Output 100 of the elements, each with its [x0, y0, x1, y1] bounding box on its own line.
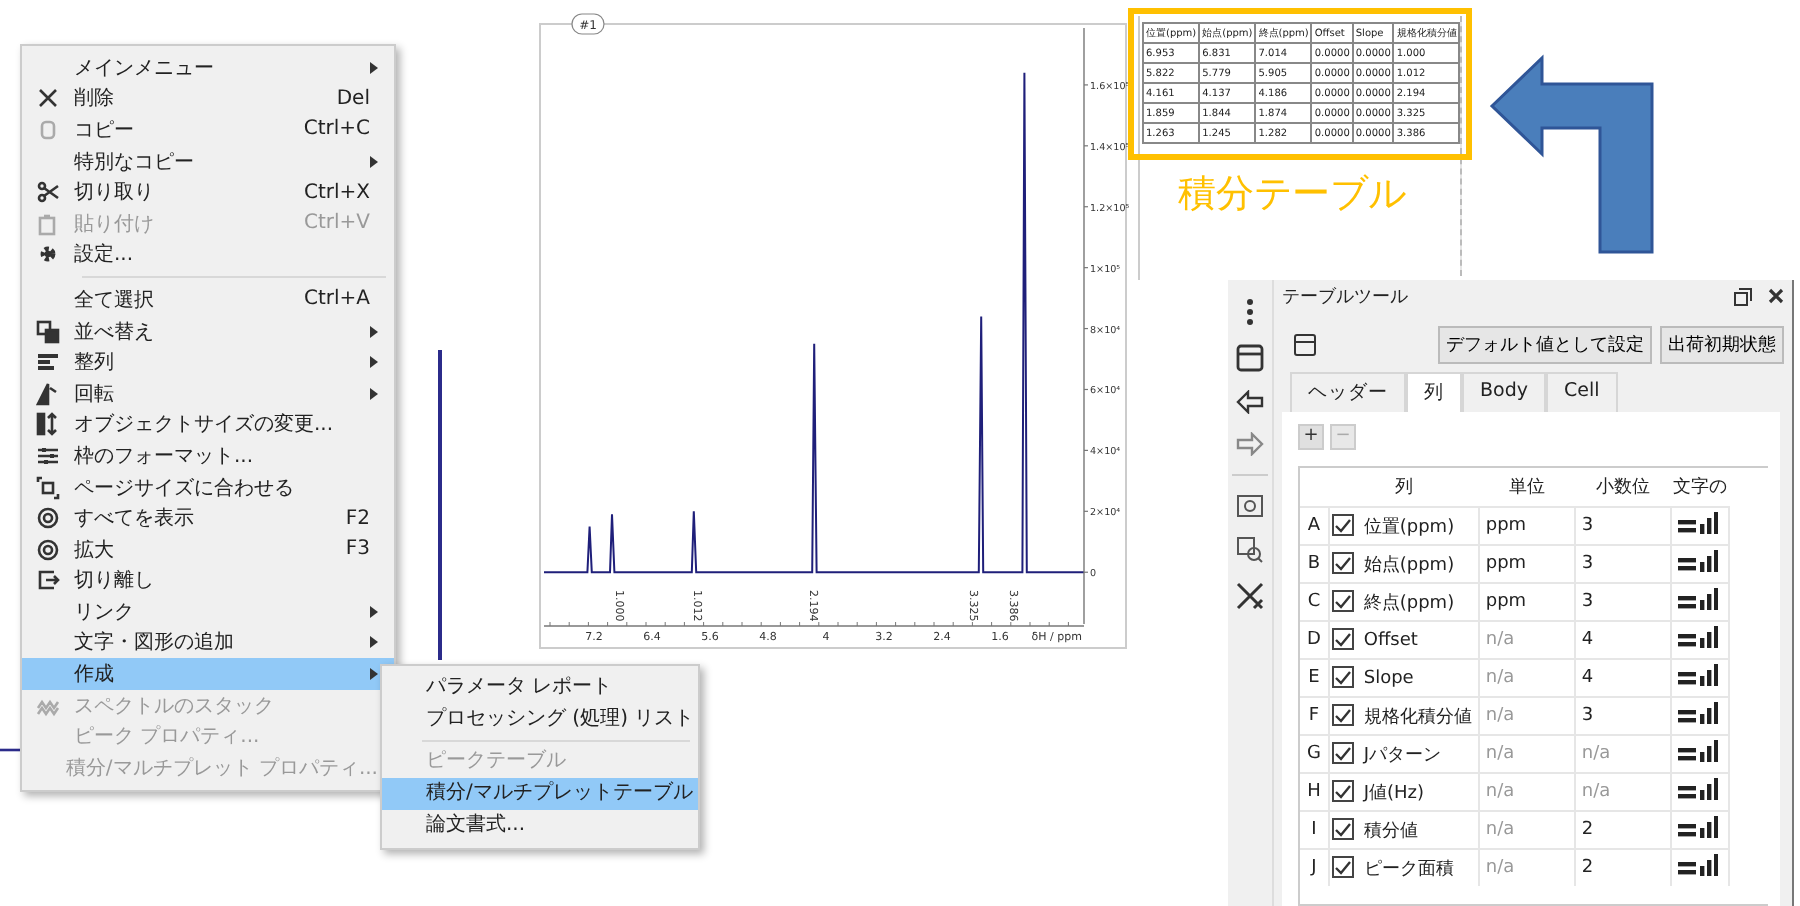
checkbox[interactable] — [1332, 628, 1354, 651]
clipboard-icon — [36, 211, 60, 236]
checkbox[interactable] — [1332, 590, 1354, 612]
row-letter: H — [1300, 773, 1329, 811]
alignment-icon[interactable] — [1677, 588, 1718, 610]
checkbox[interactable] — [1332, 780, 1354, 802]
row-letter: A — [1300, 507, 1329, 545]
checkbox[interactable] — [1332, 704, 1354, 726]
alignment-icon[interactable] — [1677, 816, 1718, 838]
row-letter: I — [1300, 811, 1329, 849]
alignment-icon[interactable] — [1677, 550, 1718, 572]
close-icon[interactable] — [1768, 288, 1784, 304]
menu-item[interactable]: すべてを表示 F2 — [22, 502, 394, 534]
checkbox[interactable] — [1332, 742, 1354, 764]
menu-item[interactable]: 文字・図形の追加 — [22, 627, 394, 659]
tab[interactable]: ヘッダー — [1290, 372, 1406, 412]
tools-icon[interactable] — [1236, 582, 1264, 610]
checkbox[interactable] — [1332, 514, 1354, 536]
table-cell: n/a — [1574, 735, 1671, 773]
overlap-squares-icon — [36, 319, 60, 344]
tab[interactable]: 列 — [1406, 372, 1462, 412]
alignment-icon[interactable] — [1677, 740, 1718, 762]
table-cell: 2 — [1574, 811, 1671, 849]
add-button[interactable]: + — [1298, 424, 1324, 450]
save-icon[interactable] — [1294, 334, 1316, 356]
checkbox[interactable] — [1332, 856, 1354, 878]
align-bars-icon — [36, 350, 60, 375]
row-letter: G — [1300, 735, 1329, 773]
menu-item[interactable]: コピー Ctrl+C — [22, 114, 394, 146]
annotation-label: 積分テーブル — [1178, 170, 1406, 220]
submenu-arrow-icon — [370, 325, 378, 338]
undo-icon[interactable] — [1236, 390, 1264, 414]
menu-item[interactable]: 回転 — [22, 377, 394, 410]
alignment-icon[interactable] — [1677, 854, 1718, 876]
checkbox[interactable] — [1332, 818, 1354, 840]
table-cell: ppm — [1478, 507, 1575, 545]
column-name: 終点(ppm) — [1363, 593, 1455, 613]
column-name: ピーク面積 — [1363, 859, 1454, 879]
row-letter: C — [1300, 583, 1329, 621]
panel-button[interactable]: デフォルト値として設定 — [1438, 326, 1652, 364]
menu-item[interactable]: 切り離し — [22, 565, 394, 597]
column-name: J値(Hz) — [1363, 783, 1425, 803]
alignment-icon[interactable] — [1677, 702, 1718, 724]
submenu-arrow-icon — [370, 155, 378, 168]
zoom-icon[interactable] — [1236, 494, 1264, 518]
table-cell: 3 — [1574, 583, 1671, 621]
table-cell: n/a — [1478, 659, 1575, 697]
table-cell: 3 — [1574, 697, 1671, 735]
alignment-icon[interactable] — [1677, 664, 1718, 686]
table-cell: n/a — [1478, 621, 1575, 659]
menu-item[interactable]: メインメニュー — [22, 52, 394, 84]
float-icon[interactable] — [1734, 287, 1752, 305]
alignment-icon[interactable] — [1677, 626, 1718, 648]
menu-item[interactable]: 積分/マルチプレットテーブル — [382, 778, 698, 810]
redo-icon[interactable] — [1236, 432, 1264, 456]
menu-item[interactable]: 作成 — [22, 658, 394, 690]
menu-item[interactable]: オブジェクトサイズの変更... — [22, 409, 394, 441]
row-letter: J — [1300, 849, 1329, 886]
checkbox[interactable] — [1332, 666, 1354, 689]
triangle-icon — [36, 381, 60, 406]
menu-item[interactable]: 拡大 F3 — [22, 533, 394, 565]
panel-button[interactable]: 出荷初期状態 — [1660, 326, 1784, 364]
spectrum-badge — [571, 13, 605, 35]
menu-item[interactable]: 全て選択 Ctrl+A — [22, 284, 394, 316]
save-icon[interactable] — [1236, 344, 1264, 372]
alignment-icon[interactable] — [1677, 512, 1718, 534]
scrollbar[interactable] — [1460, 16, 1463, 276]
column-name: Slope — [1363, 669, 1414, 690]
table-cell: ppm — [1478, 545, 1575, 583]
menu-item[interactable]: ページサイズに合わせる — [22, 471, 394, 503]
checkbox[interactable] — [1332, 552, 1354, 574]
menu-item[interactable]: 論文書式... — [382, 810, 698, 842]
tab[interactable]: Body — [1462, 372, 1546, 412]
alignment-icon[interactable] — [1677, 778, 1718, 800]
menu-item[interactable]: 並べ替え — [22, 315, 394, 347]
column-name: Offset — [1363, 631, 1418, 652]
submenu-arrow-icon — [370, 387, 378, 400]
tab[interactable]: Cell — [1545, 372, 1618, 412]
row-letter: B — [1300, 545, 1329, 583]
table-cell: n/a — [1478, 773, 1575, 811]
submenu-arrow-icon — [370, 61, 378, 74]
menu-item[interactable]: 特別なコピー — [22, 145, 394, 177]
column-header: 文字の — [1670, 468, 1729, 507]
menu-item[interactable]: 削除 Del — [22, 83, 394, 115]
submenu-arrow-icon — [370, 605, 378, 618]
zoom-icon — [36, 506, 60, 531]
sliders-icon — [36, 443, 60, 468]
search-icon[interactable] — [1236, 536, 1264, 564]
menu-item[interactable]: 枠のフォーマット... — [22, 440, 394, 472]
resize-icon — [36, 412, 60, 437]
menu-item[interactable]: 設定... — [22, 239, 394, 271]
more-icon[interactable] — [1246, 298, 1254, 326]
table-cell: n/a — [1478, 735, 1575, 773]
row-letter: D — [1300, 621, 1329, 659]
menu-item[interactable]: リンク — [22, 596, 394, 628]
menu-item[interactable]: 整列 — [22, 346, 394, 378]
menu-item[interactable]: 切り取り Ctrl+X — [22, 176, 394, 208]
delete-icon — [36, 86, 60, 111]
row-letter: E — [1300, 659, 1329, 697]
baseline — [0, 748, 20, 752]
